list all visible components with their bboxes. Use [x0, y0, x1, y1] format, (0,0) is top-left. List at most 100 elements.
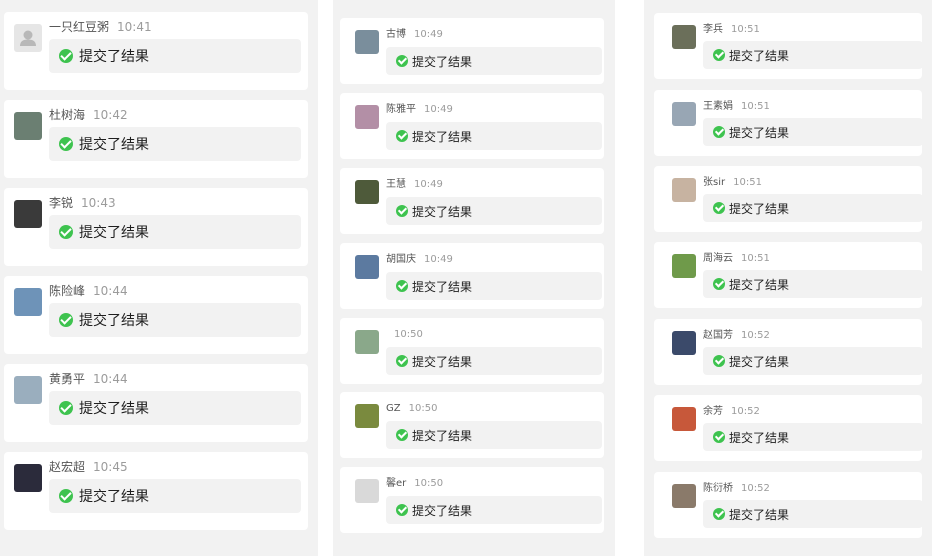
result-text: 提交了结果 — [79, 401, 149, 417]
sender-name: 赵国芳 — [703, 330, 733, 341]
chat-column-3: 李兵 10:51 提交了结果 王素娟 10:51 提交了结果 张sir 10:51 提交了结果周… — [644, 0, 932, 556]
sender-line: 李锐 10:43 — [49, 194, 116, 212]
result-bubble[interactable]: 提交了结果 — [703, 118, 923, 146]
avatar[interactable] — [355, 404, 379, 428]
result-text: 提交了结果 — [412, 129, 473, 144]
result-bubble[interactable]: 提交了结果 — [703, 500, 923, 528]
avatar[interactable] — [355, 30, 379, 54]
chat-message: 黄勇平 10:44 提交了结果 — [4, 364, 308, 442]
check-circle-icon — [396, 429, 408, 441]
check-circle-icon — [59, 225, 73, 239]
avatar[interactable] — [355, 479, 379, 503]
sender-line: GZ 10:50 — [386, 402, 437, 416]
sender-name: 赵宏超 — [49, 460, 86, 474]
sender-name: 馨er — [386, 478, 407, 489]
result-bubble[interactable]: 提交了结果 — [703, 41, 923, 69]
check-circle-icon — [396, 55, 408, 67]
sender-name: 李锐 — [49, 196, 74, 210]
chat-message: 10:50 提交了结果 — [340, 318, 604, 384]
sender-line: 余芳 10:52 — [703, 405, 760, 419]
avatar[interactable] — [14, 288, 42, 316]
message-time: 10:42 — [93, 108, 128, 122]
result-bubble[interactable]: 提交了结果 — [386, 272, 602, 300]
result-bubble[interactable]: 提交了结果 — [386, 122, 602, 150]
chat-message: 李锐 10:43 提交了结果 — [4, 188, 308, 266]
result-bubble[interactable]: 提交了结果 — [49, 479, 301, 513]
result-text: 提交了结果 — [729, 48, 790, 63]
result-bubble[interactable]: 提交了结果 — [703, 423, 923, 451]
result-bubble[interactable]: 提交了结果 — [703, 270, 923, 298]
result-bubble[interactable]: 提交了结果 — [703, 194, 923, 222]
sender-line: 李兵 10:51 — [703, 23, 760, 37]
avatar[interactable] — [672, 407, 696, 431]
message-time: 10:52 — [741, 330, 770, 341]
message-time: 10:45 — [93, 460, 128, 474]
check-circle-icon — [713, 431, 725, 443]
result-text: 提交了结果 — [412, 279, 473, 294]
avatar[interactable] — [14, 376, 42, 404]
avatar[interactable] — [14, 200, 42, 228]
result-bubble[interactable]: 提交了结果 — [49, 215, 301, 249]
result-bubble[interactable]: 提交了结果 — [386, 496, 602, 524]
avatar[interactable] — [355, 330, 379, 354]
sender-line: 周海云 10:51 — [703, 252, 770, 266]
result-bubble[interactable]: 提交了结果 — [386, 47, 602, 75]
chat-message: 王素娟 10:51 提交了结果 — [654, 90, 923, 156]
avatar[interactable] — [14, 464, 42, 492]
message-time: 10:52 — [731, 406, 760, 417]
avatar[interactable] — [355, 105, 379, 129]
message-time: 10:52 — [741, 483, 770, 494]
chat-message: 胡国庆 10:49 提交了结果 — [340, 243, 604, 309]
avatar[interactable] — [672, 331, 696, 355]
sender-name: GZ — [386, 403, 401, 414]
avatar[interactable] — [672, 102, 696, 126]
sender-line: 王慧 10:49 — [386, 178, 443, 192]
message-time: 10:49 — [424, 254, 453, 265]
default-avatar-icon[interactable] — [14, 24, 42, 52]
result-bubble[interactable]: 提交了结果 — [49, 303, 301, 337]
result-bubble[interactable]: 提交了结果 — [49, 391, 301, 425]
sender-name: 王慧 — [386, 179, 406, 190]
check-circle-icon — [396, 130, 408, 142]
avatar[interactable] — [672, 254, 696, 278]
avatar[interactable] — [14, 112, 42, 140]
result-text: 提交了结果 — [729, 201, 790, 216]
result-bubble[interactable]: 提交了结果 — [386, 197, 602, 225]
result-text: 提交了结果 — [729, 125, 790, 140]
chat-message: 王慧 10:49 提交了结果 — [340, 168, 604, 234]
result-text: 提交了结果 — [79, 49, 149, 65]
result-bubble[interactable]: 提交了结果 — [386, 347, 602, 375]
avatar[interactable] — [355, 180, 379, 204]
check-circle-icon — [396, 205, 408, 217]
result-text: 提交了结果 — [729, 430, 790, 445]
result-text: 提交了结果 — [79, 313, 149, 329]
result-text: 提交了结果 — [412, 428, 473, 443]
result-bubble[interactable]: 提交了结果 — [703, 347, 923, 375]
result-bubble[interactable]: 提交了结果 — [49, 127, 301, 161]
sender-name: 陈衍桥 — [703, 483, 733, 494]
sender-line: 王素娟 10:51 — [703, 100, 770, 114]
avatar[interactable] — [355, 255, 379, 279]
chat-message: 张sir 10:51 提交了结果 — [654, 166, 923, 232]
check-circle-icon — [59, 49, 73, 63]
sender-name: 王素娟 — [703, 101, 733, 112]
avatar[interactable] — [672, 178, 696, 202]
chat-message: 陈衍桥 10:52 提交了结果 — [654, 472, 923, 538]
sender-line: 一只红豆粥 10:41 — [49, 18, 152, 36]
result-bubble[interactable]: 提交了结果 — [386, 421, 602, 449]
result-bubble[interactable]: 提交了结果 — [49, 39, 301, 73]
sender-line: 胡国庆 10:49 — [386, 253, 453, 267]
chat-message: 赵宏超 10:45 提交了结果 — [4, 452, 308, 530]
result-text: 提交了结果 — [79, 225, 149, 241]
sender-name: 古博 — [386, 29, 406, 40]
message-time: 10:44 — [93, 372, 128, 386]
avatar[interactable] — [672, 25, 696, 49]
check-circle-icon — [59, 489, 73, 503]
chat-message: 陈雅平 10:49 提交了结果 — [340, 93, 604, 159]
chat-message: 古博 10:49 提交了结果 — [340, 18, 604, 84]
sender-name: 周海云 — [703, 253, 733, 264]
check-circle-icon — [713, 126, 725, 138]
avatar[interactable] — [672, 484, 696, 508]
check-circle-icon — [713, 49, 725, 61]
result-text: 提交了结果 — [729, 277, 790, 292]
